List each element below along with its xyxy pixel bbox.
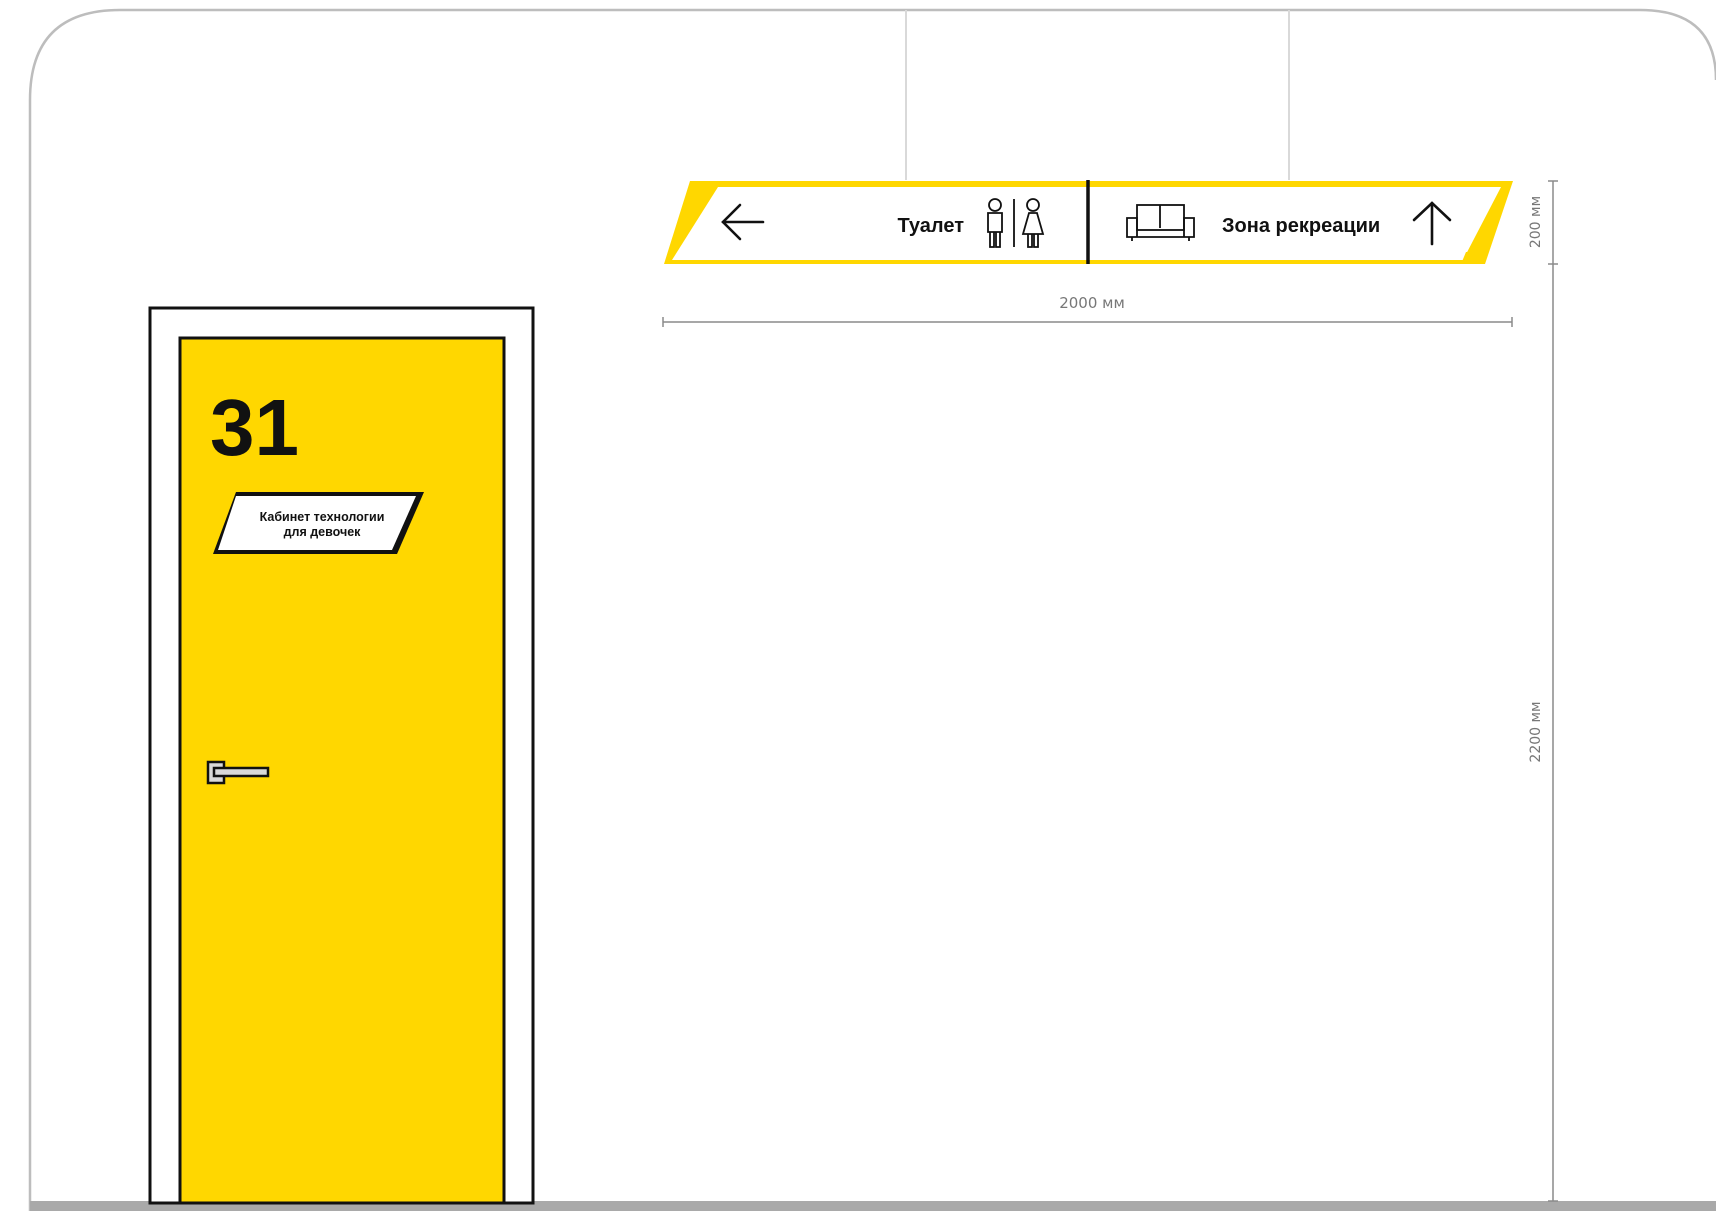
dimension-mount-height	[1548, 264, 1558, 1202]
toilet-label: Туалет	[897, 215, 964, 237]
room-plate-line1: Кабинет технологии	[260, 510, 385, 524]
dimension-width-label: 2000 мм	[1059, 294, 1125, 312]
dimension-sign-height	[1548, 180, 1558, 265]
directional-sign: Туалет Зона рекреации	[664, 180, 1513, 264]
recreation-label: Зона рекреации	[1222, 215, 1380, 237]
dimension-sign-height-label: 200 мм	[1528, 196, 1544, 248]
dimension-mount-height-label: 2200 мм	[1528, 701, 1544, 762]
room-plate-line2: для девочек	[284, 525, 362, 539]
signage-diagram: Туалет Зона рекреации 2000 мм 200 мм 220…	[28, 8, 1716, 1211]
door: 31 Кабинет технологии для девочек	[148, 306, 535, 1205]
door-number: 31	[210, 383, 299, 472]
dimension-width	[662, 317, 1513, 327]
